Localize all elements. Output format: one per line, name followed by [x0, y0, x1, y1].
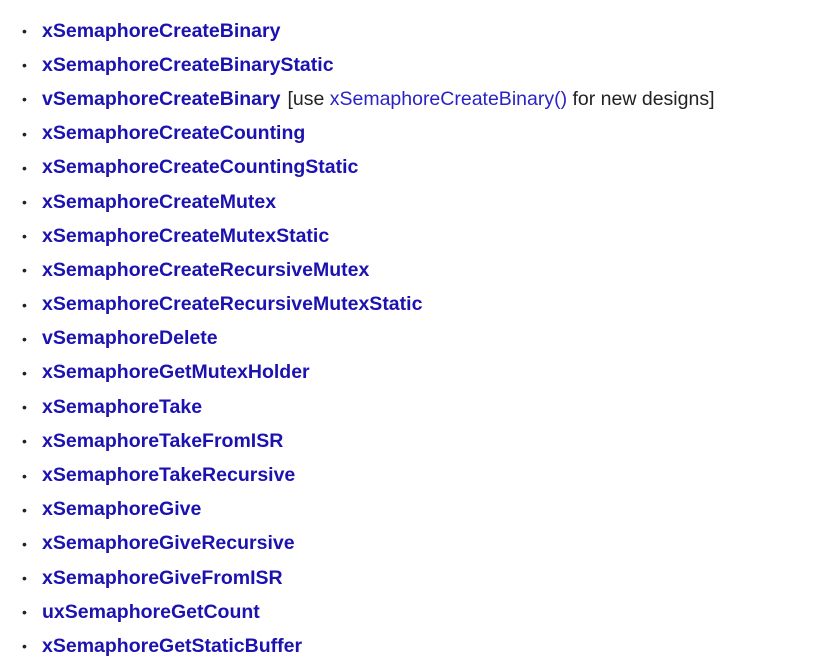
api-link-xsemaphoretake[interactable]: xSemaphoreTake: [42, 396, 202, 419]
api-link-xsemaphorecreatebinary[interactable]: xSemaphoreCreateBinary: [42, 20, 280, 43]
list-item: • xSemaphoreTake: [22, 390, 822, 424]
bullet-icon: •: [22, 501, 27, 518]
api-link-xsemaphoretakerecursive[interactable]: xSemaphoreTakeRecursive: [42, 464, 295, 487]
api-link-xsemaphorecreaterecursivemutex[interactable]: xSemaphoreCreateRecursiveMutex: [42, 259, 369, 282]
bullet-icon: •: [22, 262, 27, 279]
api-link-xsemaphoregiverecursive[interactable]: xSemaphoreGiveRecursive: [42, 532, 295, 555]
deprecation-note: [use xSemaphoreCreateBinary() for new de…: [287, 88, 714, 111]
semaphore-api-list: • xSemaphoreCreateBinary • xSemaphoreCre…: [22, 14, 822, 664]
api-link-xsemaphoretakefromisr[interactable]: xSemaphoreTakeFromISR: [42, 430, 283, 453]
bullet-icon: •: [22, 330, 27, 347]
list-item: • xSemaphoreCreateBinaryStatic: [22, 48, 822, 82]
bullet-icon: •: [22, 467, 27, 484]
list-item: • xSemaphoreGiveFromISR: [22, 561, 822, 595]
bullet-icon: •: [22, 194, 27, 211]
bullet-icon: •: [22, 433, 27, 450]
list-item: • xSemaphoreGetStaticBuffer: [22, 629, 822, 663]
note-close-text: for new designs]: [567, 87, 715, 110]
bullet-icon: •: [22, 159, 27, 176]
list-item: • xSemaphoreCreateMutexStatic: [22, 219, 822, 253]
list-item: • xSemaphoreCreateCounting: [22, 117, 822, 151]
bullet-icon: •: [22, 125, 27, 142]
note-link-xsemaphorecreatebinary[interactable]: xSemaphoreCreateBinary(): [330, 88, 567, 110]
list-item: • xSemaphoreGive: [22, 493, 822, 527]
bullet-icon: •: [22, 604, 27, 621]
api-link-xsemaphorecreatemutex[interactable]: xSemaphoreCreateMutex: [42, 191, 276, 214]
api-link-vsemaphoredelete[interactable]: vSemaphoreDelete: [42, 327, 218, 350]
bullet-icon: •: [22, 535, 27, 552]
api-link-xsemaphorecreatemutexstatic[interactable]: xSemaphoreCreateMutexStatic: [42, 225, 329, 248]
bullet-icon: •: [22, 638, 27, 655]
api-link-xsemaphoregetmutexholder[interactable]: xSemaphoreGetMutexHolder: [42, 361, 310, 384]
api-link-xsemaphorecreatecountingstatic[interactable]: xSemaphoreCreateCountingStatic: [42, 156, 358, 179]
api-link-xsemaphorecreaterecursivemutexstatic[interactable]: xSemaphoreCreateRecursiveMutexStatic: [42, 293, 422, 316]
list-item: • xSemaphoreGetMutexHolder: [22, 356, 822, 390]
bullet-icon: •: [22, 91, 27, 108]
list-item: • xSemaphoreCreateMutex: [22, 185, 822, 219]
bullet-icon: •: [22, 296, 27, 313]
list-item: • xSemaphoreCreateRecursiveMutex: [22, 253, 822, 287]
list-item: • xSemaphoreCreateRecursiveMutexStatic: [22, 288, 822, 322]
list-item: • uxSemaphoreGetCount: [22, 595, 822, 629]
list-item: • vSemaphoreDelete: [22, 322, 822, 356]
api-link-xsemaphoregivefromisr[interactable]: xSemaphoreGiveFromISR: [42, 567, 283, 590]
list-item: • xSemaphoreCreateCountingStatic: [22, 151, 822, 185]
list-item: • xSemaphoreTakeFromISR: [22, 424, 822, 458]
bullet-icon: •: [22, 57, 27, 74]
list-item: • xSemaphoreTakeRecursive: [22, 458, 822, 492]
bullet-icon: •: [22, 23, 27, 40]
api-link-xsemaphorecreatecounting[interactable]: xSemaphoreCreateCounting: [42, 122, 305, 145]
api-link-uxsemaphoregetcount[interactable]: uxSemaphoreGetCount: [42, 601, 260, 624]
api-link-xsemaphoregive[interactable]: xSemaphoreGive: [42, 498, 201, 521]
api-link-vsemaphorecreatebinary[interactable]: vSemaphoreCreateBinary: [42, 88, 280, 111]
bullet-icon: •: [22, 364, 27, 381]
bullet-icon: •: [22, 228, 27, 245]
bullet-icon: •: [22, 570, 27, 587]
api-link-xsemaphorecreatebinarystatic[interactable]: xSemaphoreCreateBinaryStatic: [42, 54, 334, 77]
bullet-icon: •: [22, 399, 27, 416]
list-item: • xSemaphoreCreateBinary: [22, 14, 822, 48]
list-item: • vSemaphoreCreateBinary [use xSemaphore…: [22, 82, 822, 116]
list-item: • xSemaphoreGiveRecursive: [22, 527, 822, 561]
note-open-text: [use: [287, 87, 330, 110]
api-link-xsemaphoregetstaticbuffer[interactable]: xSemaphoreGetStaticBuffer: [42, 635, 302, 658]
